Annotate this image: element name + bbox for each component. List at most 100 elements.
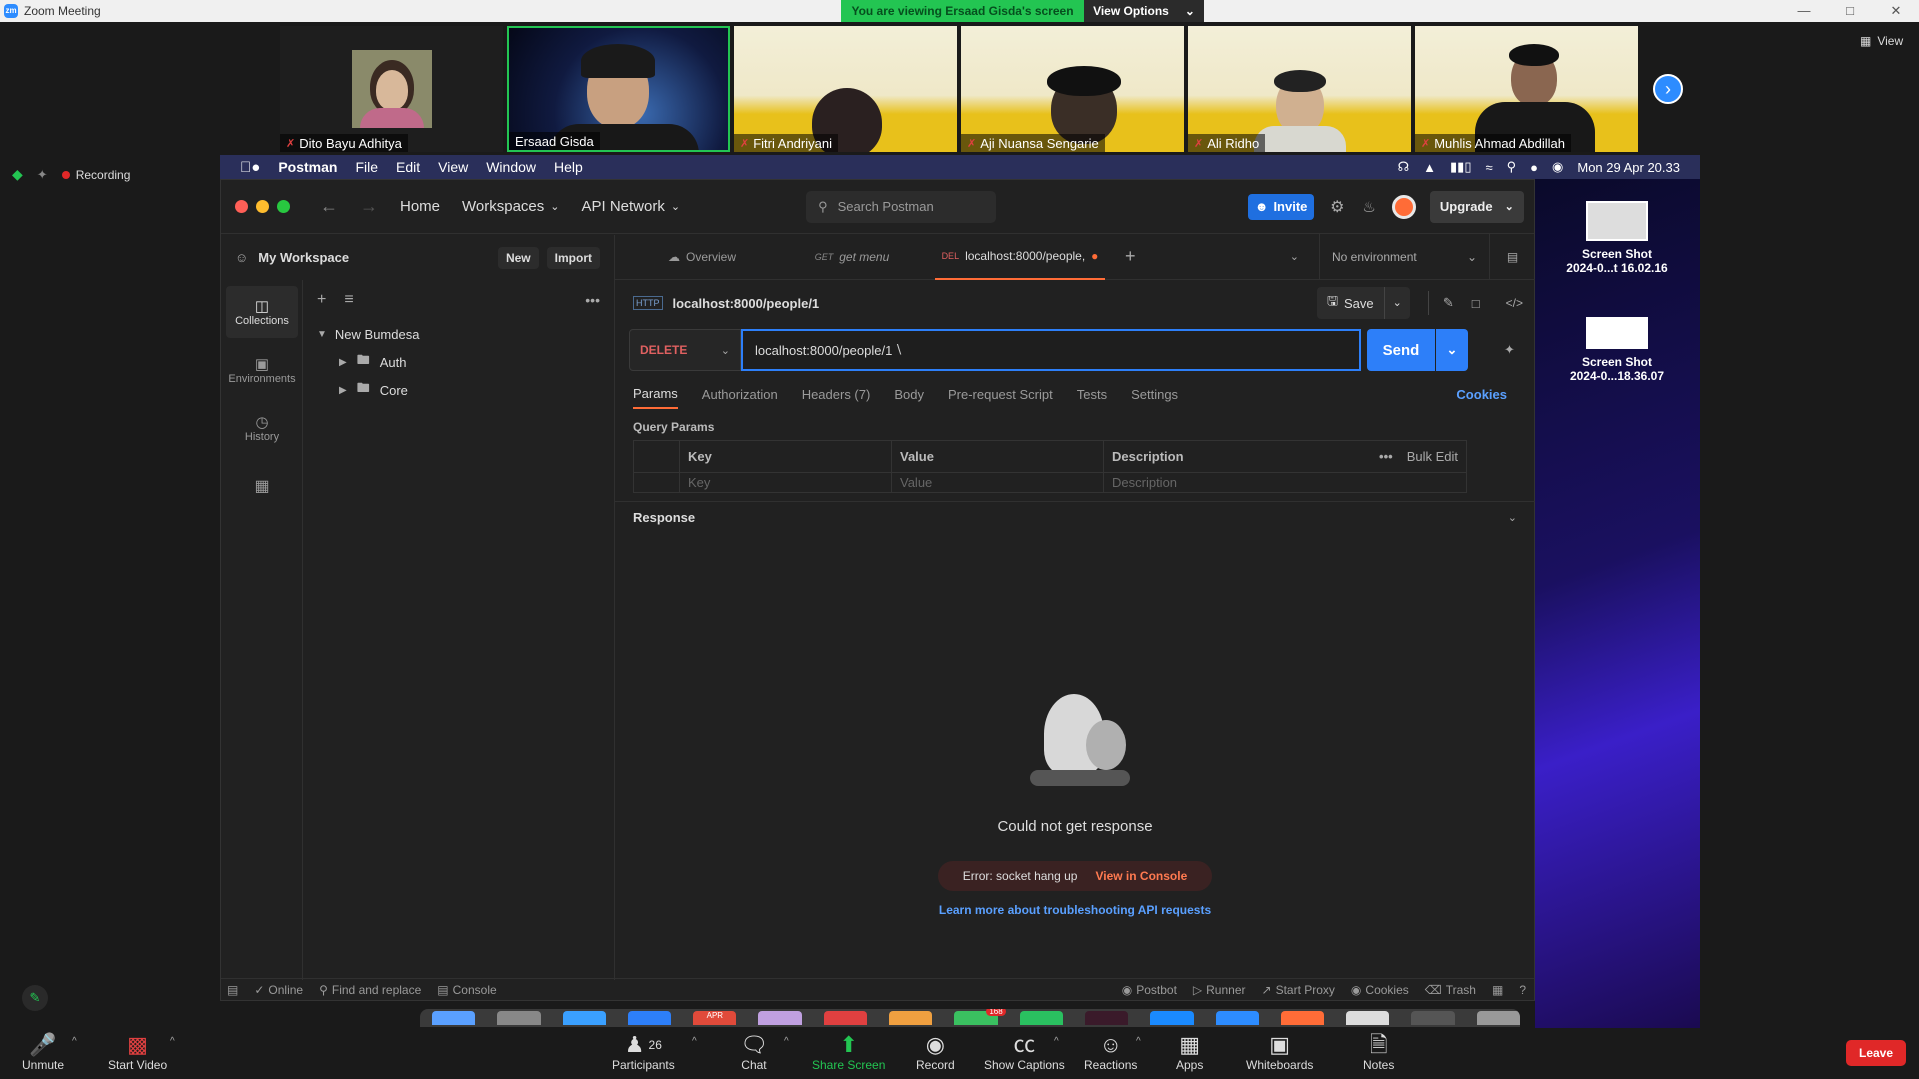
recording-indicator[interactable]: Recording (61, 168, 130, 182)
magic-wand-icon[interactable]: ✦ (1504, 342, 1515, 358)
nav-workspaces[interactable]: Workspaces ⌄ (462, 198, 559, 215)
chat-button[interactable]: 🗨 Chat (740, 1032, 768, 1072)
menu-file[interactable]: File (355, 159, 378, 175)
app-icon[interactable] (889, 1011, 933, 1025)
key-input[interactable]: Key (679, 472, 892, 493)
environment-select[interactable]: No environment ⌄ (1319, 233, 1489, 280)
tab-settings[interactable]: Settings (1131, 387, 1178, 402)
participant-tile[interactable]: ✗ Fitri Andriyani (734, 26, 957, 152)
layout-icon[interactable]: ▦ (1492, 983, 1503, 997)
postman-icon[interactable] (1280, 1011, 1325, 1025)
workspace-name[interactable]: My Workspace (258, 250, 349, 265)
annotate-pencil-icon[interactable]: ✎ (22, 985, 48, 1011)
request-title[interactable]: localhost:8000/people/1 (673, 296, 820, 311)
postbot-button[interactable]: ◉ Postbot (1122, 983, 1177, 997)
participant-tile[interactable]: ✗ Dito Bayu Adhitya (280, 26, 503, 152)
control-center-icon[interactable]: ● (1530, 160, 1538, 175)
response-header[interactable]: Response ⌄ (615, 501, 1535, 533)
launchpad-icon[interactable] (497, 1011, 541, 1025)
sparkle-icon[interactable]: ✦ (37, 167, 48, 183)
method-select[interactable]: DELETE ⌄ (629, 329, 741, 371)
sidebar-item-history[interactable]: ◷ History (226, 402, 298, 454)
battery-icon[interactable]: ▮▮▯ (1450, 159, 1471, 175)
tab-tests[interactable]: Tests (1077, 387, 1107, 402)
tab-authorization[interactable]: Authorization (702, 387, 778, 402)
new-button[interactable]: New (497, 246, 539, 269)
mail-icon[interactable] (627, 1011, 672, 1025)
chevron-up-icon[interactable]: ^ (1136, 1036, 1141, 1047)
add-icon[interactable]: + (317, 291, 326, 309)
desktop-file[interactable]: Screen Shot 2024-0...18.36.07 (1557, 317, 1677, 383)
more-options-icon[interactable]: ••• (1379, 449, 1393, 464)
code-icon[interactable]: </> (1506, 296, 1523, 310)
wifi-icon[interactable]: ≈ (1485, 160, 1492, 175)
invite-button[interactable]: ☻ Invite (1248, 193, 1315, 220)
unmute-button[interactable]: 🎤 Unmute (22, 1032, 64, 1072)
runner-button[interactable]: ▷ Runner (1193, 983, 1246, 997)
edit-pencil-icon[interactable]: ✎ (1443, 295, 1454, 311)
tab-pre-request-script[interactable]: Pre-request Script (948, 387, 1053, 402)
environment-quicklook-icon[interactable]: ▤ (1489, 233, 1535, 280)
tab-overview[interactable]: ☁ Overview (615, 234, 789, 280)
description-input[interactable]: Description (1103, 472, 1467, 493)
sidebar-item-environments[interactable]: ▣ Environments (226, 344, 298, 396)
search-input[interactable]: ⚲ Search Postman (806, 190, 997, 223)
settings-gear-icon[interactable]: ⚙ (1330, 197, 1344, 217)
import-button[interactable]: Import (546, 246, 600, 269)
chevron-up-icon[interactable]: ^ (1054, 1036, 1059, 1047)
chevron-up-icon[interactable]: ^ (72, 1036, 77, 1047)
find-replace-button[interactable]: ⚲ Find and replace (319, 983, 421, 997)
elephant-icon[interactable]: ▲ (1423, 160, 1436, 175)
apps-button[interactable]: ▦ Apps (1176, 1032, 1203, 1072)
save-button[interactable]: 🖫 Save ⌄ (1316, 287, 1410, 319)
tab-params[interactable]: Params (633, 380, 678, 409)
apple-icon[interactable]: ● (240, 159, 260, 176)
nav-api-network[interactable]: API Network ⌄ (582, 198, 681, 215)
finder-icon[interactable] (432, 1011, 476, 1025)
upgrade-button[interactable]: Upgrade ⌄ (1429, 190, 1524, 223)
messages-icon[interactable]: 168 (954, 1009, 1006, 1025)
more-options-icon[interactable]: ••• (585, 292, 600, 308)
filter-icon[interactable]: ≡ (344, 291, 353, 309)
send-options-chevron-icon[interactable]: ⌄ (1436, 329, 1468, 371)
shield-icon[interactable]: ◆ (12, 166, 23, 183)
forward-arrow-icon[interactable]: → (360, 196, 378, 217)
headphones-icon[interactable]: ☊ (1398, 159, 1410, 175)
participant-tile-active[interactable]: Ersaad Gisda (507, 26, 730, 152)
help-icon[interactable]: ? (1519, 983, 1526, 997)
participants-button[interactable]: ♟ 26 Participants (612, 1032, 675, 1072)
sidebar-toggle-icon[interactable]: ▤ (227, 983, 238, 997)
close-icon[interactable]: ✕ (1873, 3, 1919, 19)
cookies-button[interactable]: ◉ Cookies (1351, 983, 1409, 997)
next-page-icon[interactable]: › (1653, 74, 1683, 104)
safari-icon[interactable] (562, 1011, 606, 1025)
bulk-edit-link[interactable]: Bulk Edit (1407, 449, 1458, 464)
view-options-button[interactable]: View Options ⌄ (1084, 0, 1204, 22)
whiteboards-button[interactable]: ▣ Whiteboards (1246, 1032, 1313, 1072)
menu-app-name[interactable]: Postman (278, 159, 337, 175)
nav-home[interactable]: Home (400, 198, 440, 215)
vscode-icon[interactable] (1150, 1011, 1194, 1025)
menu-edit[interactable]: Edit (396, 159, 420, 175)
app-icon[interactable] (1084, 1011, 1129, 1025)
cookies-link[interactable]: Cookies (1456, 387, 1507, 402)
whatsapp-icon[interactable] (1019, 1011, 1063, 1025)
window-minimize-icon[interactable] (256, 200, 269, 213)
leave-button[interactable]: Leave (1846, 1040, 1906, 1066)
tabs-dropdown-icon[interactable]: ⌄ (1290, 250, 1299, 263)
folder-item[interactable]: ▶ 🖿 Core (303, 376, 614, 404)
app-icon[interactable] (823, 1011, 868, 1025)
show-captions-button[interactable]: ㏄ Show Captions (984, 1032, 1065, 1072)
avatar[interactable] (1391, 194, 1416, 219)
troubleshooting-link[interactable]: Learn more about troubleshooting API req… (615, 903, 1535, 917)
desktop-file[interactable]: Screen Shot 2024-0...t 16.02.16 (1557, 201, 1677, 275)
participant-tile[interactable]: ✗ Ali Ridho (1188, 26, 1411, 152)
notification-bell-icon[interactable]: ♨ (1362, 198, 1375, 216)
siri-icon[interactable]: ◉ (1552, 159, 1563, 175)
chevron-up-icon[interactable]: ^ (170, 1036, 175, 1047)
share-screen-button[interactable]: ⬆ Share Screen (812, 1032, 885, 1072)
notes-button[interactable]: 🗎 Notes (1363, 1032, 1394, 1072)
spotlight-search-icon[interactable]: ⚲ (1507, 159, 1517, 175)
online-status[interactable]: ✓ Online (254, 983, 303, 997)
chevron-up-icon[interactable]: ^ (692, 1036, 697, 1047)
